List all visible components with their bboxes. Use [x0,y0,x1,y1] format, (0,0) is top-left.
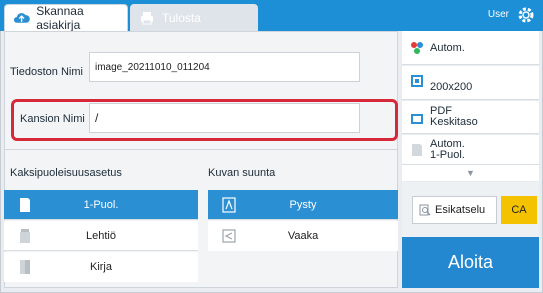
duplex-option-tablet[interactable]: Lehtiö [4,221,198,251]
duplex-option-label: Kirja [89,261,112,273]
ca-button[interactable]: CA [501,196,537,224]
duplex-title: Kaksipuoleisuusasetus [10,167,122,179]
scan-cloud-icon [13,13,30,23]
tab-scan-label: Skannaa asiakirja [36,4,84,32]
section-divider [4,149,398,150]
file-name-label: Tiedoston Nimi [10,66,83,78]
file-name-field[interactable]: image_20211010_011204 [89,52,360,82]
document-icon [412,144,422,156]
folder-name-field[interactable]: / [89,103,360,133]
color-dots-icon [411,42,423,54]
resolution-icon [411,75,423,87]
start-button[interactable]: Aloita [402,237,539,288]
folder-name-label: Kansion Nimi [20,113,85,125]
chevron-down-icon[interactable]: ▼ [402,165,539,181]
duplex-option-label: Lehtiö [86,229,116,242]
color-mode-button[interactable]: Autom. [402,31,539,65]
duplex-option-label: 1-Puol. [83,198,119,211]
orientation-option-label: Pysty [289,198,317,211]
preview-icon [419,204,431,216]
preview-button[interactable]: Esikatselu [412,196,497,224]
tab-scan[interactable]: Skannaa asiakirja [4,4,128,32]
start-label: Aloita [447,252,494,272]
orientation-option-label: Vaaka [287,230,319,242]
resolution-button[interactable]: 200x200 [402,66,539,100]
duplex-option-1-sided[interactable]: 1-Puol. [4,190,198,220]
orientation-option-landscape[interactable]: Vaaka [208,221,398,251]
preview-label: Esikatselu [435,204,486,216]
duplex-option-book[interactable]: Kirja [4,252,198,282]
gear-icon[interactable] [517,6,535,24]
color-mode-value: Autom. [430,42,465,54]
orientation-option-portrait[interactable]: Pysty [208,190,398,220]
ca-label: CA [511,204,527,216]
file-name-value: image_20211010_011204 [95,61,210,73]
tab-print-label: Tulosta [162,10,201,25]
user-label[interactable]: User [488,9,509,20]
scan-size-line2: 1-Puol. [430,149,465,161]
file-format-line2: Keskitaso [430,116,478,128]
tab-print[interactable]: Tulosta [130,4,258,31]
scan-size-button[interactable]: Autom. 1-Puol. [402,135,539,165]
resolution-value: 200x200 [430,81,473,93]
file-format-icon [411,114,423,124]
file-format-button[interactable]: PDF Keskitaso [402,101,539,134]
printer-icon [141,11,153,24]
folder-name-value: / [95,111,99,125]
orientation-title: Kuvan suunta [208,167,276,179]
